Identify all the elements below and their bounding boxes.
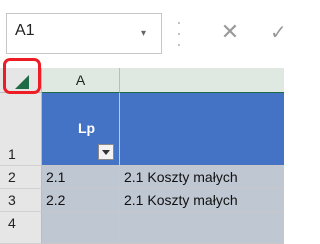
name-box-value: A1	[15, 22, 35, 39]
column-header-b[interactable]	[120, 68, 284, 93]
table-cell-description[interactable]	[120, 212, 284, 244]
table-cell-lp[interactable]: 2.1	[42, 166, 120, 189]
row-header-2[interactable]: 2	[0, 166, 42, 189]
cell-value: 2.1 Koszty małych	[124, 169, 238, 185]
formula-bar: A1 ▾ ✕ ✓	[0, 0, 284, 68]
table-cell-lp[interactable]: 2.2	[42, 189, 120, 212]
cell-value: 2.1 Koszty małych	[124, 192, 238, 208]
cancel-icon[interactable]: ✕	[219, 20, 241, 44]
table-header-cell-description[interactable]	[120, 93, 284, 166]
highlight-annotation	[3, 58, 41, 94]
row-number: 4	[8, 215, 16, 231]
row-header-4[interactable]: 4	[0, 212, 42, 244]
cell-value: 2.2	[46, 192, 66, 208]
table-cell-lp[interactable]	[42, 212, 120, 244]
spreadsheet-grid: A 1 Lp 2 2.1 2.1 Koszty małych 3 2.2 2.1…	[0, 58, 284, 244]
enter-check-icon[interactable]: ✓	[270, 22, 284, 44]
name-box[interactable]: A1 ▾	[6, 13, 162, 54]
table-cell-description[interactable]: 2.1 Koszty małych	[120, 189, 284, 212]
filter-dropdown-icon	[102, 150, 110, 155]
chevron-down-icon[interactable]: ▾	[141, 29, 151, 39]
table-header-label-lp: Lp	[78, 120, 96, 136]
row-number: 2	[8, 169, 16, 185]
row-header-3[interactable]: 3	[0, 189, 42, 212]
filter-dropdown-button[interactable]	[98, 144, 114, 160]
formula-bar-grip-icon[interactable]	[177, 22, 181, 46]
column-header-label: A	[75, 72, 86, 88]
row-number: 3	[8, 192, 16, 208]
cell-value: 2.1	[46, 169, 66, 185]
row-header-1[interactable]: 1	[0, 93, 42, 166]
table-cell-description[interactable]: 2.1 Koszty małych	[120, 166, 284, 189]
row-number: 1	[8, 146, 16, 162]
column-header-a[interactable]: A	[42, 68, 120, 93]
